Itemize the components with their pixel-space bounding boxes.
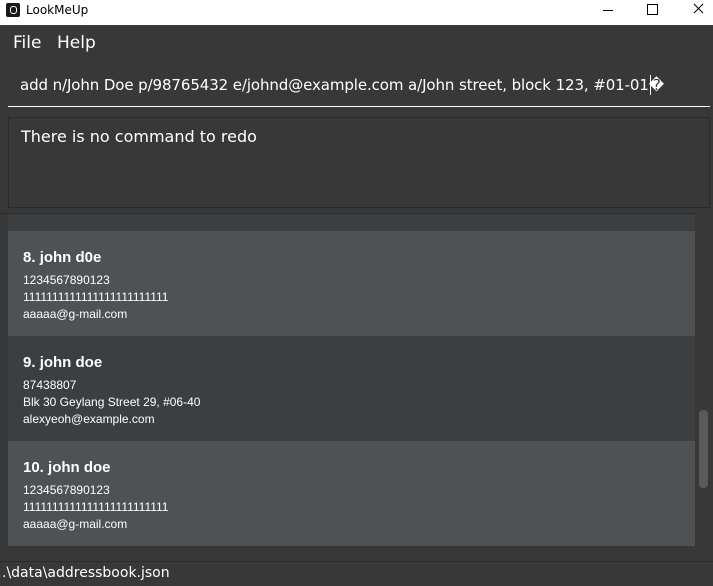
menu-bar: File Help xyxy=(0,25,713,60)
text-cursor xyxy=(650,75,651,95)
person-email: aaaaa@g-mail.com xyxy=(23,517,128,531)
list-item-partial[interactable] xyxy=(8,214,695,231)
person-phone: 1234567890123 xyxy=(23,273,110,287)
command-input[interactable]: add n/John Doe p/98765432 e/johnd@exampl… xyxy=(20,76,664,94)
person-card[interactable]: 10. john doe 1234567890123 1111111111111… xyxy=(8,441,695,546)
person-address: Blk 30 Geylang Street 29, #06-40 xyxy=(23,395,201,409)
person-list[interactable]: 8. john d0e 1234567890123 11111111111111… xyxy=(0,213,713,562)
person-email: aaaaa@g-mail.com xyxy=(23,307,128,321)
save-location: .\data\addressbook.json xyxy=(2,565,170,581)
person-address: 1111111111111111111111111 xyxy=(23,500,169,514)
person-card[interactable]: 9. john doe 87438807 Blk 30 Geylang Stre… xyxy=(8,336,695,441)
menu-help[interactable]: Help xyxy=(57,33,96,53)
command-box[interactable]: add n/John Doe p/98765432 e/johnd@exampl… xyxy=(8,64,710,107)
minimize-button[interactable] xyxy=(584,0,630,25)
person-card[interactable]: 8. john d0e 1234567890123 11111111111111… xyxy=(8,231,695,336)
maximize-button[interactable] xyxy=(630,0,676,25)
menu-file[interactable]: File xyxy=(13,33,41,53)
person-email: alexyeoh@example.com xyxy=(23,412,155,426)
person-address: 1111111111111111111111111 xyxy=(23,290,169,304)
list-scrollbar[interactable] xyxy=(696,213,713,561)
title-bar: LookMeUp xyxy=(0,0,713,25)
person-phone: 87438807 xyxy=(23,378,77,392)
scrollbar-thumb[interactable] xyxy=(699,410,708,488)
result-display: There is no command to redo xyxy=(8,117,710,208)
person-name: 9. john doe xyxy=(23,354,103,371)
status-bar: .\data\addressbook.json xyxy=(0,561,713,586)
person-phone: 1234567890123 xyxy=(23,483,110,497)
person-name: 8. john d0e xyxy=(23,249,102,266)
close-button[interactable] xyxy=(676,0,713,25)
window-title: LookMeUp xyxy=(26,3,89,17)
result-text: There is no command to redo xyxy=(21,127,257,146)
app-icon xyxy=(6,3,20,17)
person-name: 10. john doe xyxy=(23,459,111,476)
